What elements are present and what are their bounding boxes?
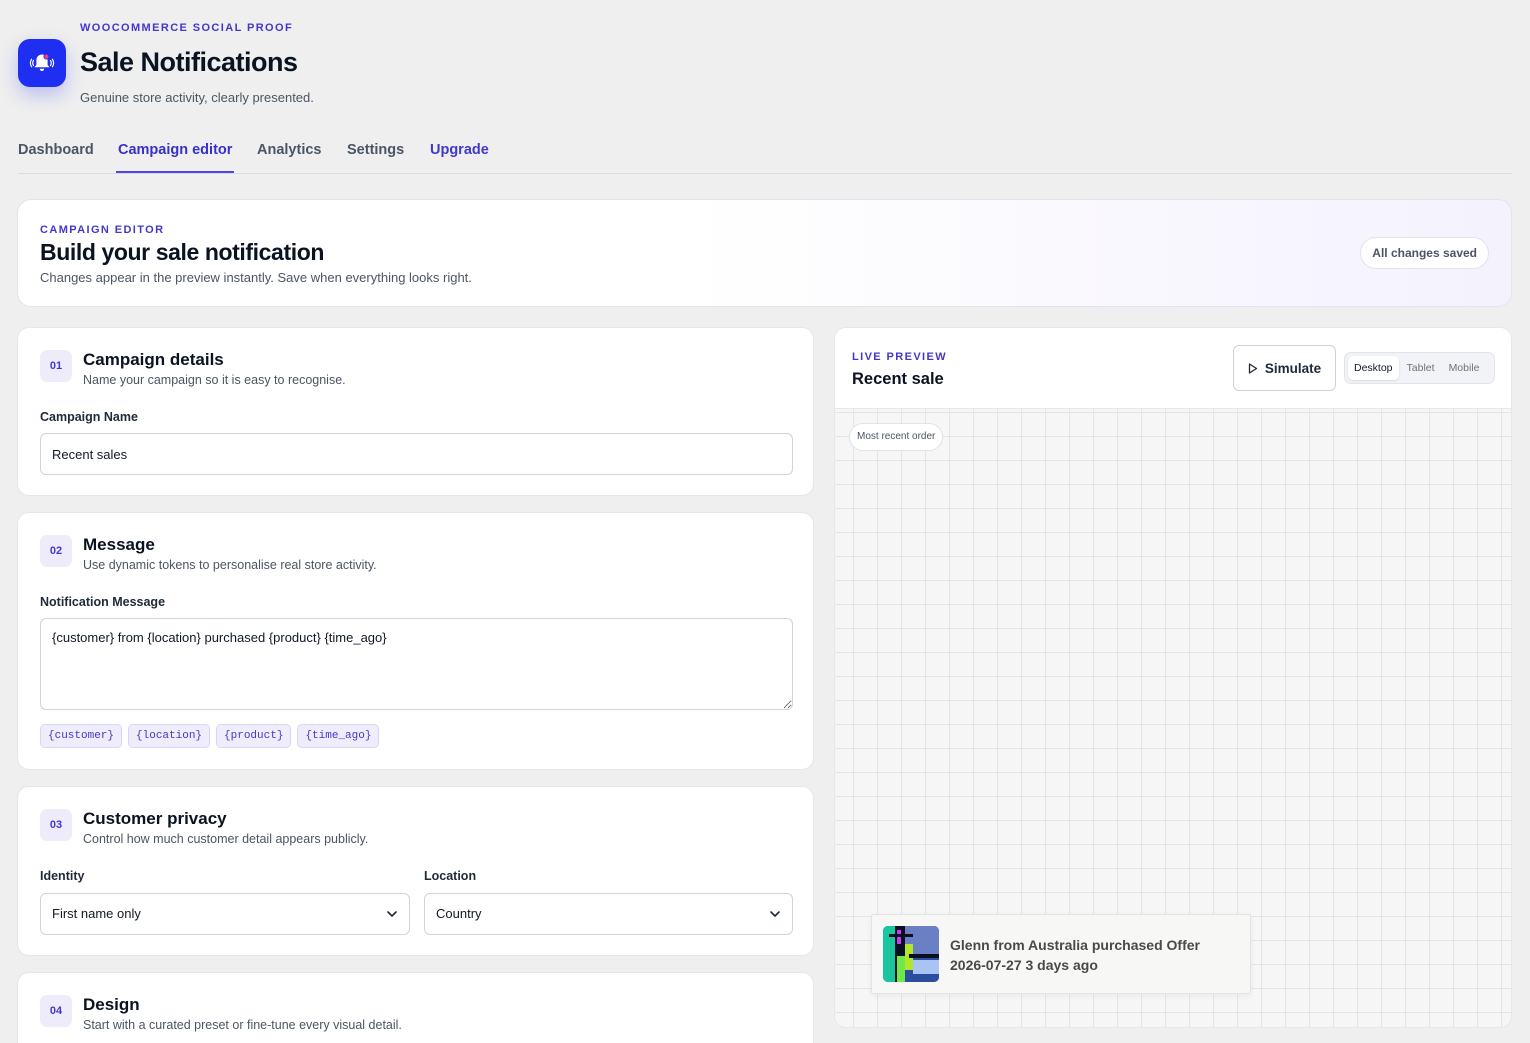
identity-select[interactable]: First name only [40,893,410,935]
device-desktop-option[interactable]: Desktop [1348,356,1399,380]
identity-label: Identity [40,869,85,883]
token-location[interactable]: {location} [128,724,211,748]
simulate-label: Simulate [1264,360,1322,376]
main-tabs: Dashboard Campaign editor Analytics Sett… [18,126,1512,174]
notification-message-label: Notification Message [40,595,166,609]
campaign-editor-banner: CAMPAIGN EDITOR Build your sale notifica… [17,199,1512,307]
step-badge: 04 [40,995,72,1027]
design-card: 04 Design Start with a curated preset or… [17,972,814,1043]
card-title: Campaign details [83,350,224,369]
app-subtitle: Genuine store activity, clearly presente… [80,90,314,105]
device-switcher: Desktop Tablet Mobile [1344,352,1495,384]
app-logo [18,39,66,87]
app-header: WOOCOMMERCE SOCIAL PROOF Sale Notificati… [18,0,1512,120]
notification-text: Glenn from Australia purchased Offer 202… [950,937,1200,973]
campaign-details-card: 01 Campaign details Name your campaign s… [17,327,814,496]
customer-privacy-card: 03 Customer privacy Control how much cus… [17,786,814,956]
app-title: Sale Notifications [80,47,298,77]
campaign-name-label: Campaign Name [40,410,138,424]
notification-message-textarea[interactable]: {customer} from {location} purchased {pr… [40,618,793,710]
token-time-ago[interactable]: {time_ago} [297,724,380,748]
bell-icon [29,53,55,71]
device-mobile-option[interactable]: Mobile [1443,356,1486,380]
card-title: Customer privacy [83,809,227,828]
product-thumbnail [883,926,939,982]
app-eyebrow: WOOCOMMERCE SOCIAL PROOF [80,22,294,34]
card-description: Name your campaign so it is easy to reco… [83,373,346,387]
sale-notification-popup[interactable]: Glenn from Australia purchased Offer 202… [871,914,1251,994]
simulate-button[interactable]: Simulate [1233,345,1336,391]
message-card: 02 Message Use dynamic tokens to persona… [17,512,814,770]
save-status-badge: All changes saved [1360,237,1489,269]
tab-settings[interactable]: Settings [347,142,404,158]
banner-subtitle: Changes appear in the preview instantly.… [40,270,472,285]
chevron-down-icon [770,911,780,917]
token-list: {customer} {location} {product} {time_ag… [40,724,380,748]
preview-title: Recent sale [852,370,944,388]
card-description: Start with a curated preset or fine-tune… [83,1018,402,1032]
card-description: Use dynamic tokens to personalise real s… [83,558,377,572]
banner-eyebrow: CAMPAIGN EDITOR [40,224,165,236]
preview-canvas: Most recent order Glenn from Australia p… [835,409,1511,1027]
step-badge: 02 [40,535,72,567]
device-tablet-option[interactable]: Tablet [1401,356,1441,380]
live-preview-panel: LIVE PREVIEW Recent sale Simulate Deskto… [834,327,1512,1028]
preview-header: LIVE PREVIEW Recent sale Simulate Deskto… [835,328,1511,409]
banner-title: Build your sale notification [40,239,324,265]
campaign-name-input[interactable] [40,433,793,475]
location-label: Location [424,869,477,883]
tab-upgrade[interactable]: Upgrade [430,142,489,158]
location-selected-value: Country [436,906,482,921]
play-icon [1248,362,1258,374]
location-select[interactable]: Country [424,893,793,935]
canvas-label-badge: Most recent order [849,423,944,451]
tab-dashboard[interactable]: Dashboard [18,142,94,158]
card-title: Design [83,995,140,1014]
step-badge: 01 [40,350,72,382]
tab-campaign-editor[interactable]: Campaign editor [115,142,235,173]
step-badge: 03 [40,809,72,841]
token-product[interactable]: {product} [216,724,292,748]
preview-eyebrow: LIVE PREVIEW [852,351,948,363]
chevron-down-icon [387,911,397,917]
card-title: Message [83,535,155,554]
card-description: Control how much customer detail appears… [83,832,369,846]
identity-selected-value: First name only [52,906,141,921]
tab-analytics[interactable]: Analytics [257,142,321,158]
token-customer[interactable]: {customer} [40,724,123,748]
